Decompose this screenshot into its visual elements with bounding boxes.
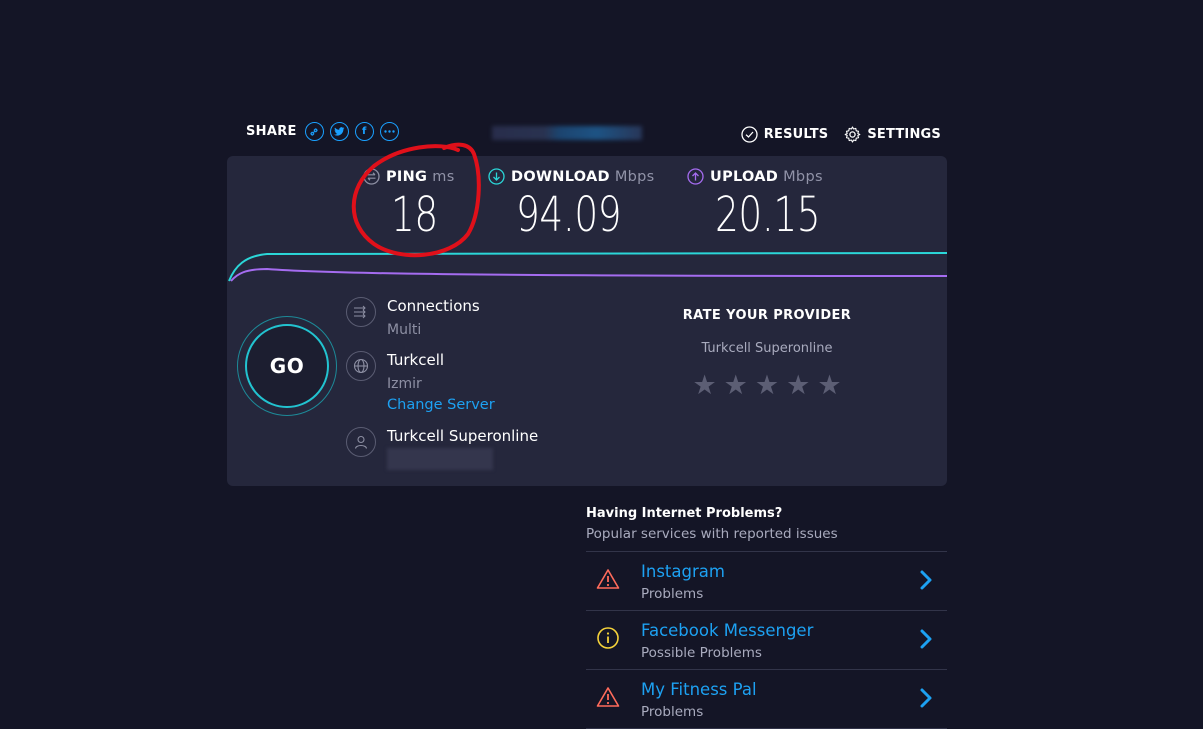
upload-metric: UPLOAD Mbps 20.15 — [687, 168, 850, 239]
user-icon — [346, 427, 376, 457]
star-icon[interactable]: ★ — [692, 372, 716, 399]
download-value: 94.09 — [516, 187, 622, 243]
upload-label: UPLOAD — [710, 168, 779, 185]
connections-icon — [346, 297, 376, 327]
server-location: Izmir — [387, 376, 422, 392]
settings-link[interactable]: SETTINGS — [844, 126, 941, 143]
upload-arrow-icon — [687, 168, 704, 185]
share-label: SHARE — [246, 124, 297, 139]
upload-value: 20.15 — [715, 187, 821, 243]
provider-name: Turkcell Superonline — [387, 427, 539, 445]
problem-service-name[interactable]: Instagram — [641, 562, 725, 581]
gear-icon — [845, 126, 861, 143]
chevron-right-icon[interactable] — [919, 628, 933, 650]
annotation-circle — [351, 142, 481, 258]
rate-provider: RATE YOUR PROVIDER Turkcell Superonline … — [647, 308, 887, 399]
info-icon — [597, 627, 619, 649]
settings-label: SETTINGS — [867, 127, 941, 142]
globe-icon — [346, 351, 376, 381]
upload-graph-line — [230, 267, 947, 282]
go-label: GO — [245, 324, 329, 408]
problem-status: Problems — [641, 586, 704, 602]
star-icon[interactable]: ★ — [786, 372, 810, 399]
problem-item[interactable]: Facebook Messenger Possible Problems — [586, 611, 947, 670]
rate-provider-name: Turkcell Superonline — [701, 341, 833, 356]
star-rating: ★ ★ ★ ★ ★ — [647, 372, 887, 399]
speedtest-panel: PING ms 18 DOWNLOAD Mbps 94.09 UPLOAD Mb… — [227, 156, 947, 486]
connections-title: Connections — [387, 297, 480, 315]
connections-value[interactable]: Multi — [387, 322, 480, 338]
server-name: Turkcell — [387, 351, 445, 369]
results-link[interactable]: RESULTS — [741, 126, 829, 143]
change-server-link[interactable]: Change Server — [387, 397, 495, 413]
problems-list: Instagram Problems Facebook Messenger Po… — [586, 551, 947, 729]
blurred-provider-ip — [387, 448, 493, 470]
problems-title: Having Internet Problems? — [586, 506, 783, 521]
download-metric: DOWNLOAD Mbps 94.09 — [488, 168, 655, 239]
rate-title: RATE YOUR PROVIDER — [682, 308, 852, 323]
check-circle-icon — [741, 126, 758, 143]
internet-problems: Having Internet Problems? Popular servic… — [586, 506, 947, 729]
go-button[interactable]: GO — [237, 316, 337, 416]
chevron-right-icon[interactable] — [919, 687, 933, 709]
top-nav: RESULTS SETTINGS — [725, 126, 941, 143]
problem-status: Possible Problems — [641, 645, 762, 661]
results-label: RESULTS — [763, 127, 829, 142]
speed-graph — [228, 251, 947, 282]
problem-service-name[interactable]: My Fitness Pal — [641, 680, 757, 699]
warning-icon — [596, 569, 620, 589]
link-icon[interactable] — [304, 122, 324, 141]
problem-item[interactable]: My Fitness Pal Problems — [586, 670, 947, 729]
warning-icon — [596, 687, 620, 707]
download-arrow-icon — [488, 168, 505, 185]
problem-item[interactable]: Instagram Problems — [586, 552, 947, 611]
problem-status: Problems — [641, 704, 704, 720]
star-icon[interactable]: ★ — [724, 372, 748, 399]
problem-service-name[interactable]: Facebook Messenger — [641, 621, 813, 640]
download-label: DOWNLOAD — [511, 168, 610, 185]
problems-subtitle: Popular services with reported issues — [586, 526, 838, 542]
download-unit: Mbps — [614, 168, 655, 185]
upload-unit: Mbps — [783, 168, 823, 185]
blurred-ip-address — [492, 126, 642, 140]
star-icon[interactable]: ★ — [755, 372, 779, 399]
star-icon[interactable]: ★ — [817, 372, 841, 399]
chevron-right-icon[interactable] — [919, 569, 933, 591]
